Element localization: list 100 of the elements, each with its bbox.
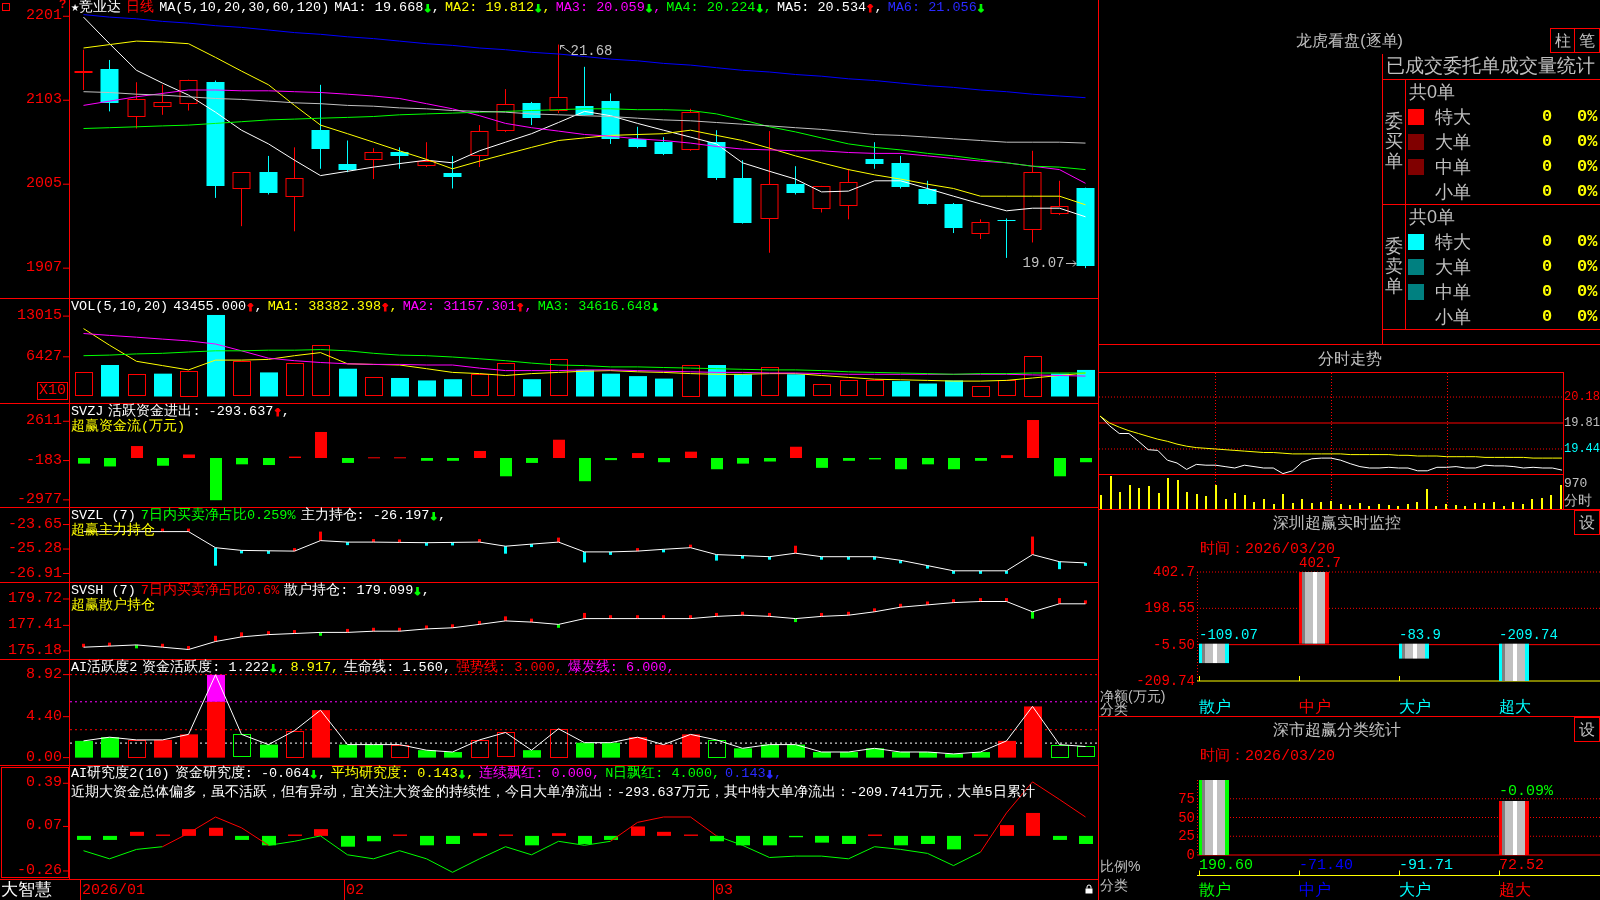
axis-tick-label: 0.07 bbox=[26, 819, 62, 834]
activity-bar bbox=[312, 710, 330, 758]
change-tick bbox=[715, 554, 718, 561]
lock-icon bbox=[1085, 884, 1093, 894]
fund-flow-bar bbox=[131, 446, 143, 458]
price-annotation: 19.07 bbox=[1022, 256, 1065, 272]
research-bar bbox=[262, 835, 276, 846]
research-bar bbox=[736, 835, 750, 846]
arrow-icon bbox=[1065, 260, 1077, 268]
indicator-reading: MA5: 20.534 bbox=[776, 0, 867, 15]
separator: , bbox=[542, 0, 551, 15]
research-bar bbox=[1053, 835, 1067, 840]
bar-value-label: 402.7 bbox=[1299, 556, 1341, 571]
indicator-reading: AI研究度2(10) bbox=[71, 766, 170, 781]
change-tick bbox=[425, 542, 428, 546]
bar-value-label: -83.9 bbox=[1399, 627, 1441, 643]
help-mark[interactable]: ? bbox=[59, 0, 67, 11]
settings-button[interactable]: 设 bbox=[1574, 717, 1600, 742]
view-toggle-button[interactable]: 柱 bbox=[1550, 28, 1575, 53]
axis-label: 净额(万元) bbox=[1100, 689, 1166, 703]
volume-bar bbox=[286, 363, 304, 396]
volume-bar bbox=[655, 378, 673, 397]
change-tick bbox=[873, 556, 876, 560]
separator: , bbox=[666, 660, 675, 675]
axis-tick-label: 0 bbox=[1185, 848, 1195, 862]
fund-flow-bar bbox=[658, 458, 670, 463]
activity-bar bbox=[75, 740, 93, 758]
indicator-reading: MA6: 21.056 bbox=[887, 0, 977, 15]
fund-flow-bar bbox=[210, 458, 222, 501]
change-tick bbox=[847, 611, 850, 616]
change-tick bbox=[319, 632, 322, 636]
timestamp-label: 时间：2026/03/20 bbox=[1200, 541, 1335, 558]
change-tick bbox=[1031, 536, 1034, 555]
axis-tick-label: -23.65 bbox=[8, 517, 62, 532]
change-tick bbox=[1084, 600, 1087, 604]
order-share: 0% bbox=[1577, 232, 1599, 253]
research-bar bbox=[552, 833, 566, 836]
trend-arrow: ↑ bbox=[246, 299, 255, 314]
order-type-label: 中单 bbox=[1435, 156, 1472, 177]
activity-bar bbox=[497, 732, 515, 757]
candlestick bbox=[364, 147, 383, 180]
axis-tick-label: 2103 bbox=[26, 93, 62, 108]
change-tick bbox=[741, 611, 744, 616]
category-label: 超大 bbox=[1499, 882, 1531, 898]
indicator-reading: MA3: 20.059 bbox=[555, 0, 645, 15]
research-bar bbox=[77, 835, 91, 840]
volume-bar bbox=[260, 372, 278, 397]
axis-label: 比例% bbox=[1100, 859, 1141, 873]
order-share: 0% bbox=[1577, 156, 1599, 177]
fund-flow-bar bbox=[975, 458, 987, 461]
change-tick bbox=[451, 624, 454, 628]
change-tick bbox=[847, 556, 850, 560]
research-bar bbox=[657, 831, 671, 836]
candlestick bbox=[179, 79, 198, 111]
panel-title: 深市超赢分类统计 bbox=[1271, 720, 1402, 740]
change-tick bbox=[689, 544, 692, 548]
indicator-reading: MA4: 20.224 bbox=[666, 0, 756, 15]
order-volume: 0 bbox=[1542, 257, 1554, 277]
fund-flow-bar bbox=[157, 458, 169, 466]
change-tick bbox=[108, 642, 111, 647]
bar bbox=[1399, 643, 1429, 659]
activity-bar bbox=[1077, 746, 1095, 757]
research-bar bbox=[815, 835, 829, 843]
trend-arrow: ↓ bbox=[765, 766, 775, 781]
separator: , bbox=[466, 766, 475, 781]
scale-label: 970 bbox=[1564, 477, 1588, 491]
candlestick bbox=[733, 159, 752, 225]
change-tick bbox=[161, 528, 164, 532]
order-volume: 0 bbox=[1542, 281, 1554, 302]
date-label: 02 bbox=[346, 882, 364, 899]
volume-bar bbox=[365, 377, 383, 396]
candlestick bbox=[443, 155, 462, 189]
change-tick bbox=[267, 631, 270, 635]
change-tick bbox=[293, 630, 296, 634]
axis-tick-label: 0.00 bbox=[26, 750, 62, 765]
research-bar bbox=[921, 835, 935, 844]
axis-tick-label: 20.18 bbox=[1564, 390, 1600, 404]
order-count: 共0单 bbox=[1409, 207, 1455, 228]
indicator-reading: 强势线: 3.000 bbox=[456, 660, 555, 675]
research-bar bbox=[842, 835, 856, 844]
candlestick bbox=[601, 92, 620, 145]
volume-bar bbox=[682, 365, 700, 397]
fund-flow-bar bbox=[1027, 420, 1039, 458]
order-type-label: 大单 bbox=[1435, 132, 1472, 152]
axis-tick-label: 6427 bbox=[26, 349, 62, 364]
research-bar bbox=[420, 835, 434, 846]
volume-bar bbox=[75, 372, 93, 396]
change-tick bbox=[214, 635, 217, 642]
date-label: 2026/01 bbox=[82, 882, 145, 899]
indicator-reading: 7日内买卖净占比0.6% bbox=[140, 583, 280, 598]
separator: , bbox=[331, 660, 340, 675]
research-bar bbox=[209, 827, 223, 836]
view-toggle-button[interactable]: 笔 bbox=[1575, 28, 1600, 53]
table-title: 已成交委托单成交量统计 bbox=[1383, 54, 1600, 80]
indicator-reading: ★竞业达 bbox=[71, 0, 122, 15]
settings-button[interactable]: 设 bbox=[1574, 510, 1600, 535]
trend-arrow: ↓ bbox=[309, 766, 318, 781]
volume-bar bbox=[629, 376, 647, 397]
axis-tick-label: 13015 bbox=[17, 309, 62, 324]
volume-bar bbox=[128, 374, 146, 396]
